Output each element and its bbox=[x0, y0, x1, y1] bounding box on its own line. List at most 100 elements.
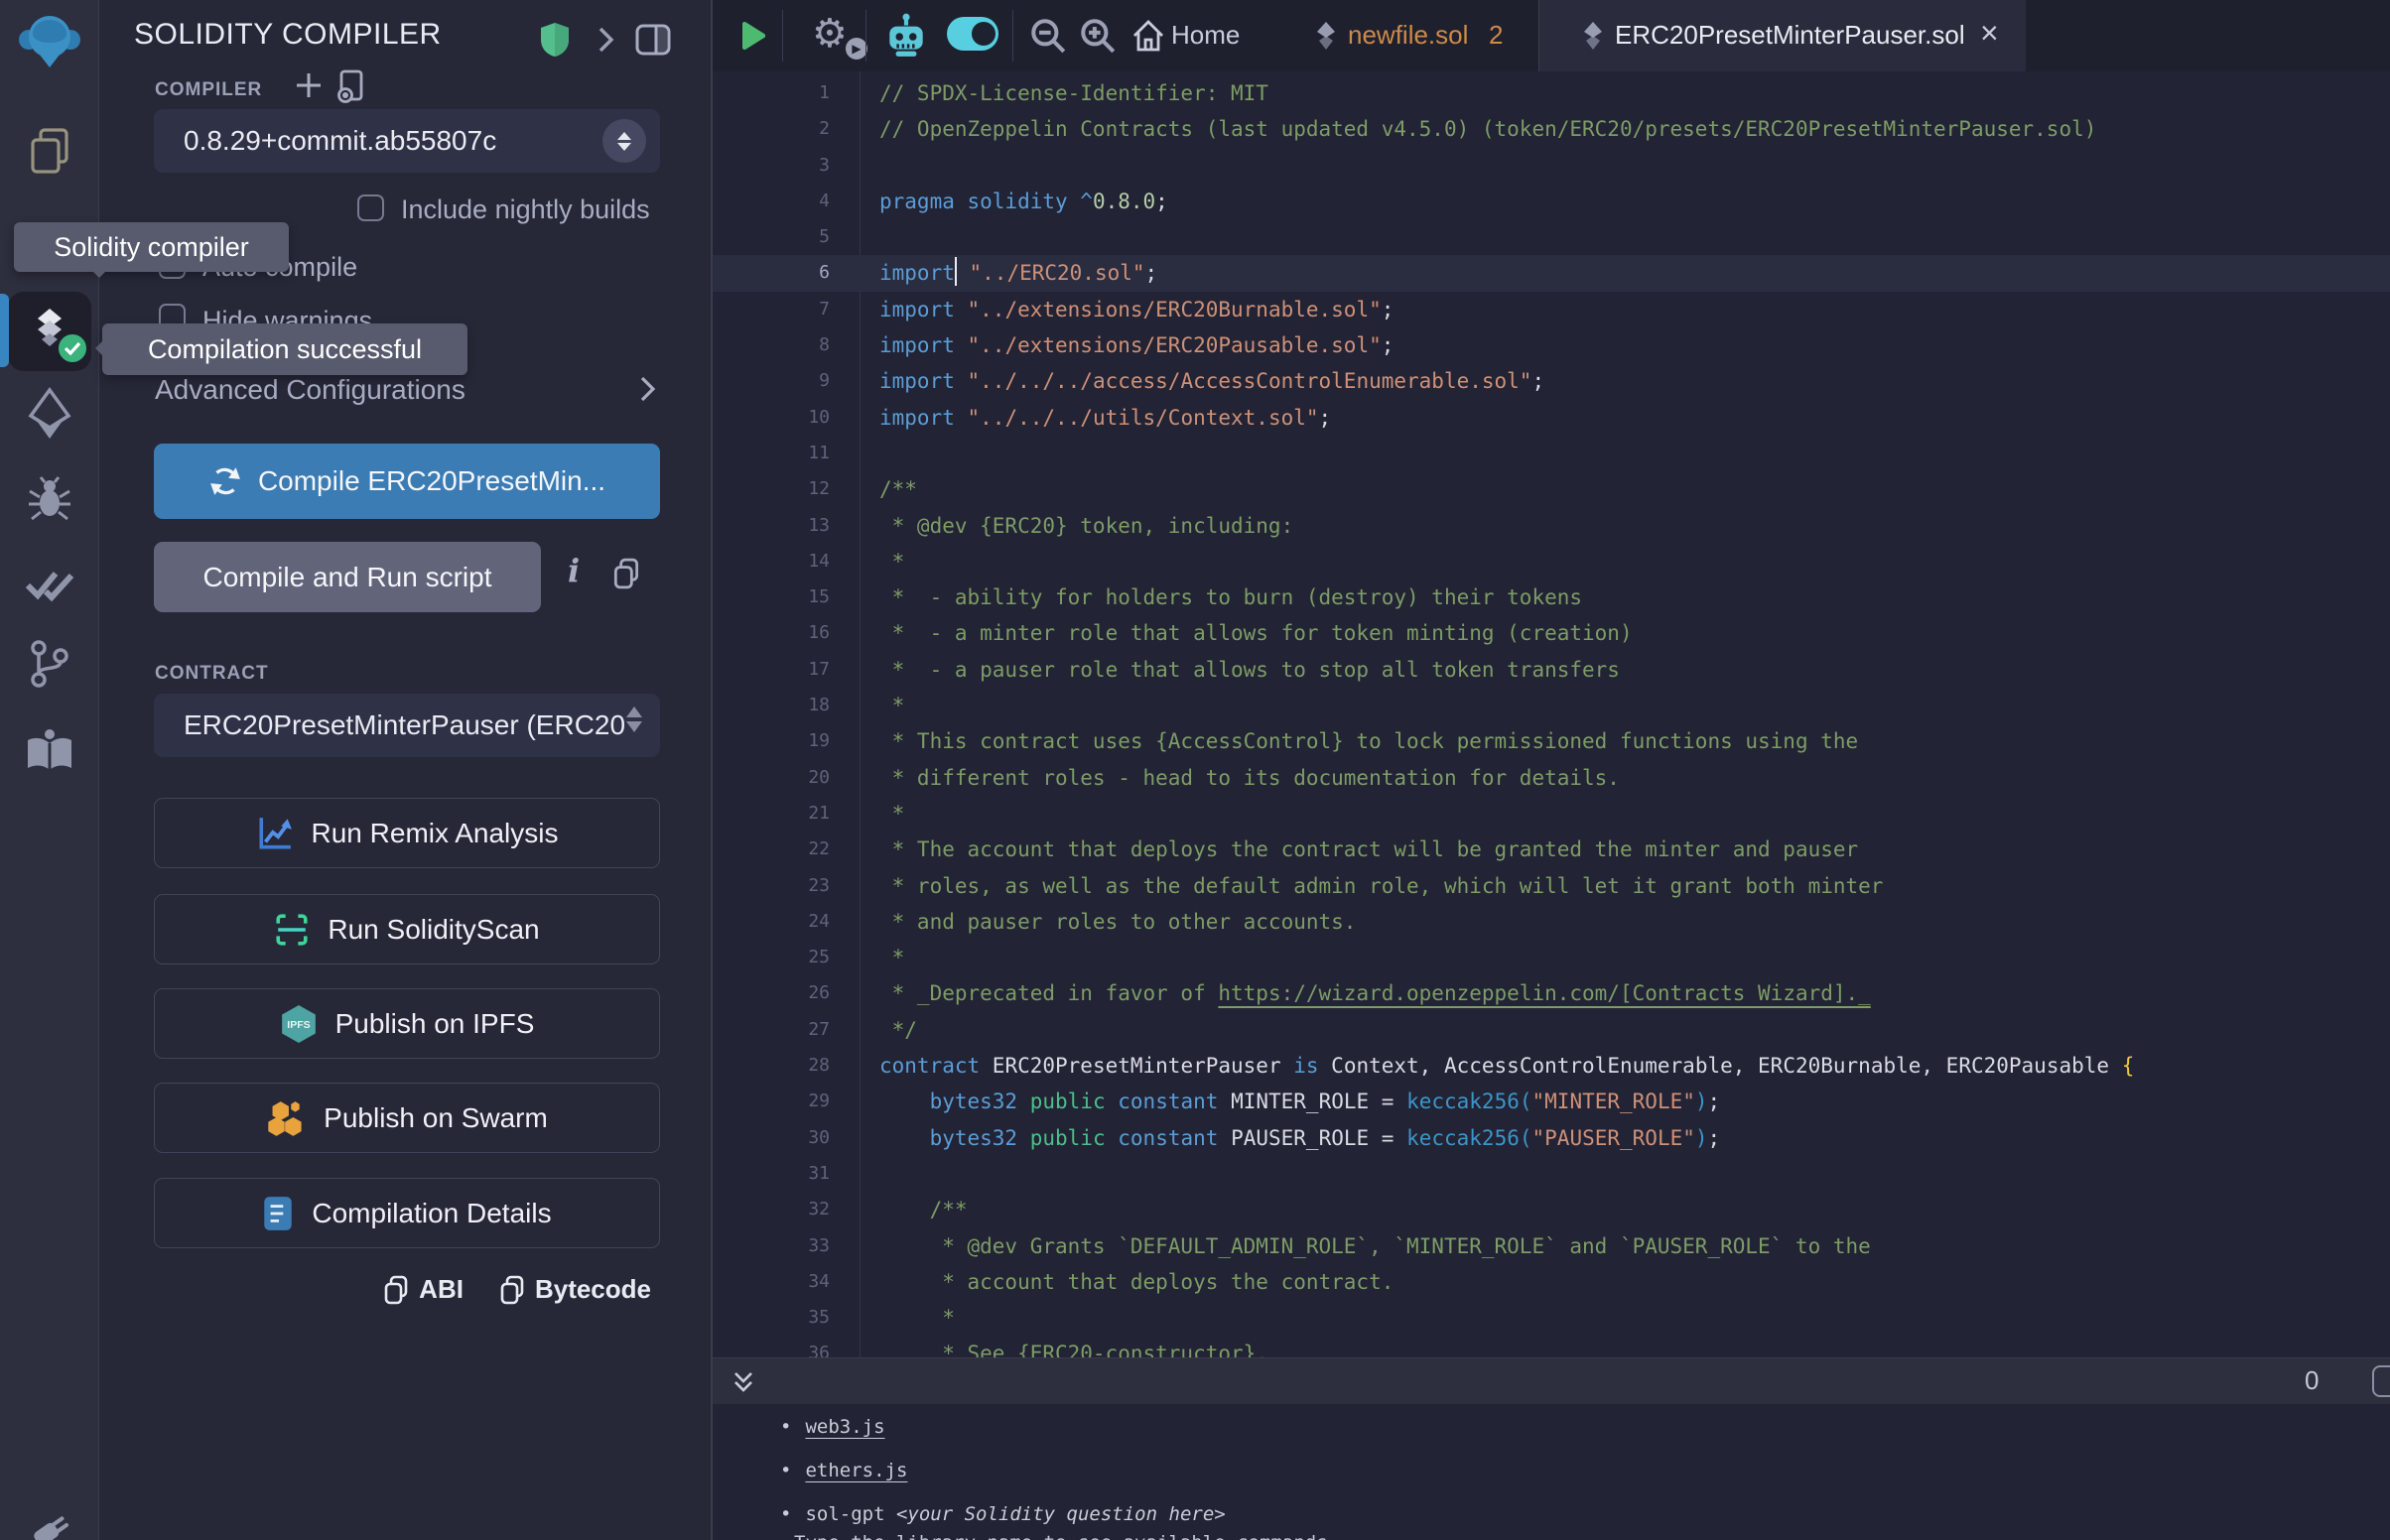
code-line[interactable]: 30 bytes32 public constant PAUSER_ROLE =… bbox=[713, 1120, 2390, 1156]
code-text[interactable]: * and pauser roles to other accounts. bbox=[830, 904, 1356, 940]
line-number[interactable]: 36 bbox=[713, 1336, 830, 1357]
code-text[interactable]: * - a minter role that allows for token … bbox=[830, 615, 1633, 651]
code-line[interactable]: 34 * account that deploys the contract. bbox=[713, 1264, 2390, 1300]
code-line[interactable]: 23 * roles, as well as the default admin… bbox=[713, 868, 2390, 904]
code-line[interactable]: 36 * See {ERC20-constructor}. bbox=[713, 1336, 2390, 1357]
code-text[interactable]: * bbox=[830, 544, 904, 579]
code-line[interactable]: 17 * - a pauser role that allows to stop… bbox=[713, 652, 2390, 688]
compiler-file-icon[interactable] bbox=[335, 69, 365, 103]
debugger-icon[interactable] bbox=[0, 474, 99, 522]
code-line[interactable]: 7import "../extensions/ERC20Burnable.sol… bbox=[713, 292, 2390, 327]
line-number[interactable]: 23 bbox=[713, 868, 830, 904]
code-line[interactable]: 26 * _Deprecated in favor of https://wiz… bbox=[713, 975, 2390, 1011]
file-explorer-icon[interactable] bbox=[0, 127, 99, 177]
code-line[interactable]: 25 * bbox=[713, 940, 2390, 975]
code-line[interactable]: 3 bbox=[713, 148, 2390, 184]
ai-robot-icon[interactable] bbox=[883, 12, 929, 60]
code-line[interactable]: 24 * and pauser roles to other accounts. bbox=[713, 904, 2390, 940]
git-icon[interactable] bbox=[0, 639, 99, 689]
code-text[interactable] bbox=[830, 436, 879, 471]
line-number[interactable]: 17 bbox=[713, 652, 830, 688]
code-line[interactable]: 8import "../extensions/ERC20Pausable.sol… bbox=[713, 327, 2390, 363]
solidity-compiler-tab-active[interactable] bbox=[8, 292, 91, 371]
line-number[interactable]: 31 bbox=[713, 1156, 830, 1192]
code-text[interactable]: * - ability for holders to burn (destroy… bbox=[830, 579, 1582, 615]
line-number[interactable]: 32 bbox=[713, 1192, 830, 1227]
code-text[interactable]: import "../extensions/ERC20Burnable.sol"… bbox=[830, 292, 1394, 327]
code-text[interactable]: * The account that deploys the contract … bbox=[830, 832, 1858, 867]
line-number[interactable]: 27 bbox=[713, 1012, 830, 1048]
expand-terminal-icon[interactable] bbox=[730, 1370, 756, 1394]
line-number[interactable]: 22 bbox=[713, 832, 830, 867]
code-text[interactable] bbox=[830, 148, 879, 184]
code-text[interactable]: // OpenZeppelin Contracts (last updated … bbox=[830, 111, 2096, 147]
line-number[interactable]: 7 bbox=[713, 292, 830, 327]
compiler-version-select[interactable]: 0.8.29+commit.ab55807c bbox=[154, 109, 660, 173]
code-text[interactable]: * See {ERC20-constructor}. bbox=[830, 1336, 1268, 1357]
code-text[interactable]: * bbox=[830, 688, 904, 723]
remix-logo-icon[interactable] bbox=[0, 12, 99, 69]
ai-copilot-toggle[interactable] bbox=[947, 17, 998, 51]
line-number[interactable]: 16 bbox=[713, 615, 830, 651]
code-text[interactable]: * bbox=[830, 796, 904, 832]
line-number[interactable]: 25 bbox=[713, 940, 830, 975]
terminal-bar[interactable]: 0 bbox=[713, 1357, 2390, 1404]
code-text[interactable]: import "../../../utils/Context.sol"; bbox=[830, 400, 1331, 436]
publish-ipfs-button[interactable]: IPFS Publish on IPFS bbox=[154, 988, 660, 1059]
line-number[interactable]: 30 bbox=[713, 1120, 830, 1156]
code-line[interactable]: 16 * - a minter role that allows for tok… bbox=[713, 615, 2390, 651]
code-line[interactable]: 9import "../../../access/AccessControlEn… bbox=[713, 363, 2390, 399]
run-script-play-icon[interactable] bbox=[738, 20, 768, 52]
line-number[interactable]: 13 bbox=[713, 508, 830, 544]
code-line[interactable]: 10import "../../../utils/Context.sol"; bbox=[713, 400, 2390, 436]
code-line[interactable]: 20 * different roles - head to its docum… bbox=[713, 760, 2390, 796]
code-line[interactable]: 2// OpenZeppelin Contracts (last updated… bbox=[713, 111, 2390, 147]
code-text[interactable]: /** bbox=[830, 1192, 968, 1227]
tab-erc20presetminterpauser[interactable]: ERC20PresetMinterPauser.sol × bbox=[1539, 0, 2026, 71]
line-number[interactable]: 20 bbox=[713, 760, 830, 796]
code-text[interactable]: * bbox=[830, 940, 904, 975]
run-remix-analysis-button[interactable]: Run Remix Analysis bbox=[154, 798, 660, 868]
line-number[interactable]: 2 bbox=[713, 111, 830, 147]
shield-icon[interactable] bbox=[540, 22, 570, 58]
compile-button[interactable]: Compile ERC20PresetMin... bbox=[154, 444, 660, 519]
code-text[interactable]: * roles, as well as the default admin ro… bbox=[830, 868, 1883, 904]
line-number[interactable]: 14 bbox=[713, 544, 830, 579]
zoom-in-icon[interactable] bbox=[1078, 16, 1118, 56]
line-number[interactable]: 8 bbox=[713, 327, 830, 363]
code-text[interactable]: /** bbox=[830, 471, 917, 507]
code-text[interactable]: bytes32 public constant MINTER_ROLE = ke… bbox=[830, 1084, 1720, 1119]
code-text[interactable]: * This contract uses {AccessControl} to … bbox=[830, 723, 1858, 759]
close-icon[interactable]: × bbox=[1980, 15, 1999, 52]
code-line[interactable]: 35 * bbox=[713, 1300, 2390, 1336]
code-line[interactable]: 13 * @dev {ERC20} token, including: bbox=[713, 508, 2390, 544]
include-nightly-checkbox[interactable] bbox=[357, 194, 384, 221]
code-text[interactable]: * - a pauser role that allows to stop al… bbox=[830, 652, 1620, 688]
code-line[interactable]: 19 * This contract uses {AccessControl} … bbox=[713, 723, 2390, 759]
code-text[interactable]: contract ERC20PresetMinterPauser is Cont… bbox=[830, 1048, 2134, 1084]
copy-abi-button[interactable]: ABI bbox=[383, 1274, 464, 1305]
line-number[interactable]: 35 bbox=[713, 1300, 830, 1336]
line-number[interactable]: 21 bbox=[713, 796, 830, 832]
code-text[interactable]: * account that deploys the contract. bbox=[830, 1264, 1394, 1300]
line-number[interactable]: 18 bbox=[713, 688, 830, 723]
code-line[interactable]: 31 bbox=[713, 1156, 2390, 1192]
line-number[interactable]: 34 bbox=[713, 1264, 830, 1300]
compilation-details-button[interactable]: Compilation Details bbox=[154, 1178, 660, 1248]
line-number[interactable]: 11 bbox=[713, 436, 830, 471]
advanced-configurations-toggle[interactable]: Advanced Configurations bbox=[155, 374, 465, 406]
script-config-button[interactable]: ⚙ ▶ bbox=[812, 8, 871, 64]
line-number[interactable]: 12 bbox=[713, 471, 830, 507]
add-compiler-icon[interactable] bbox=[295, 71, 323, 99]
line-number[interactable]: 9 bbox=[713, 363, 830, 399]
code-text[interactable] bbox=[830, 219, 879, 255]
code-line[interactable]: 6import "../ERC20.sol"; bbox=[713, 255, 2390, 291]
code-text[interactable]: // SPDX-License-Identifier: MIT bbox=[830, 75, 1268, 111]
info-icon[interactable]: i bbox=[568, 552, 580, 589]
line-number[interactable]: 5 bbox=[713, 219, 830, 255]
line-number[interactable]: 3 bbox=[713, 148, 830, 184]
code-line[interactable]: 15 * - ability for holders to burn (dest… bbox=[713, 579, 2390, 615]
plugin-manager-icon[interactable] bbox=[0, 1512, 99, 1540]
code-text[interactable]: * @dev {ERC20} token, including: bbox=[830, 508, 1293, 544]
code-line[interactable]: 27 */ bbox=[713, 1012, 2390, 1048]
